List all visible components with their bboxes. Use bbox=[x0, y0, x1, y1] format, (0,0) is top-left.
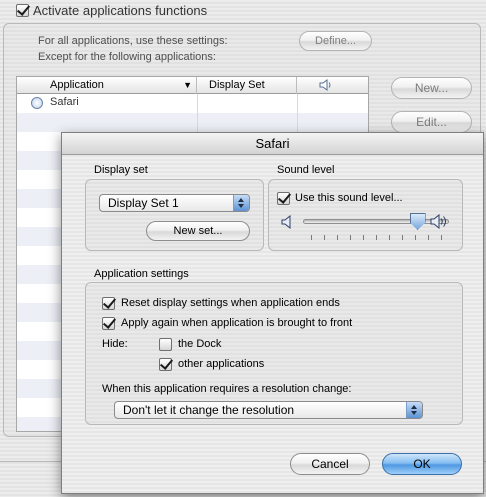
table-row[interactable]: Safari bbox=[17, 94, 368, 113]
sheet-title: Safari bbox=[62, 133, 483, 155]
slider-tick bbox=[376, 235, 377, 240]
speaker-icon bbox=[319, 79, 368, 91]
table-header: Application ▼ Display Set bbox=[17, 77, 368, 94]
ok-button[interactable]: OK bbox=[382, 453, 462, 475]
display-set-popup[interactable]: Display Set 1 bbox=[99, 194, 250, 212]
hide-label: Hide: bbox=[102, 338, 128, 350]
hide-dock-checkbox[interactable] bbox=[159, 338, 172, 351]
app-settings-title: Application settings bbox=[94, 268, 189, 280]
slider-tick bbox=[402, 235, 403, 240]
slider-tick bbox=[363, 235, 364, 240]
slider-tick bbox=[350, 235, 351, 240]
activate-label: Activate applications functions bbox=[33, 3, 208, 18]
app-name-cell: Safari bbox=[50, 96, 79, 108]
popup-arrows-icon bbox=[406, 402, 422, 418]
edit-button[interactable]: Edit... bbox=[391, 111, 472, 133]
sound-slider-track[interactable] bbox=[303, 219, 449, 224]
resolution-popup[interactable]: Don't let it change the resolution bbox=[114, 401, 423, 419]
all-apps-text: For all applications, use these settings… bbox=[38, 35, 228, 47]
sound-level-title: Sound level bbox=[277, 164, 335, 176]
hide-dock-label: the Dock bbox=[178, 338, 222, 350]
slider-ticks bbox=[311, 235, 442, 241]
hide-other-apps-checkbox[interactable] bbox=[159, 358, 172, 371]
slider-tick bbox=[428, 235, 429, 240]
new-set-button[interactable]: New set... bbox=[146, 221, 250, 241]
slider-tick bbox=[415, 235, 416, 240]
apply-again-checkbox[interactable] bbox=[102, 317, 115, 330]
display-set-title: Display set bbox=[94, 164, 148, 176]
volume-low-icon bbox=[281, 215, 295, 229]
sort-down-icon: ▼ bbox=[183, 80, 192, 90]
slider-tick bbox=[441, 235, 442, 240]
column-header-display-set[interactable]: Display Set bbox=[197, 77, 297, 94]
activate-checkbox[interactable] bbox=[16, 4, 29, 17]
except-text: Except for the following applications: bbox=[38, 51, 216, 63]
column-header-application[interactable]: Application ▼ bbox=[17, 77, 197, 94]
display-set-value: Display Set 1 bbox=[108, 196, 179, 210]
hide-other-apps-label: other applications bbox=[178, 358, 265, 370]
use-sound-level-checkbox[interactable] bbox=[277, 192, 290, 205]
slider-tick bbox=[311, 235, 312, 240]
safari-settings-sheet: Safari Display set Display Set 1 New set… bbox=[61, 132, 484, 494]
column-header-sound[interactable] bbox=[297, 77, 368, 94]
slider-tick bbox=[389, 235, 390, 240]
volume-high-icon bbox=[430, 214, 448, 229]
define-button[interactable]: Define... bbox=[299, 31, 372, 51]
slider-tick bbox=[324, 235, 325, 240]
safari-compass-icon bbox=[31, 97, 43, 109]
slider-tick bbox=[337, 235, 338, 240]
resolution-change-label: When this application requires a resolut… bbox=[102, 383, 352, 395]
reset-display-label: Reset display settings when application … bbox=[121, 297, 340, 309]
apply-again-label: Apply again when application is brought … bbox=[121, 317, 353, 329]
column-display-set-label: Display Set bbox=[209, 79, 265, 91]
use-sound-level-label: Use this sound level... bbox=[295, 192, 403, 204]
popup-arrows-icon bbox=[233, 195, 249, 211]
reset-display-checkbox[interactable] bbox=[102, 297, 115, 310]
column-application-label: Application bbox=[50, 79, 104, 91]
resolution-value: Don't let it change the resolution bbox=[123, 403, 295, 417]
cancel-button[interactable]: Cancel bbox=[290, 453, 370, 475]
new-button[interactable]: New... bbox=[391, 77, 472, 99]
